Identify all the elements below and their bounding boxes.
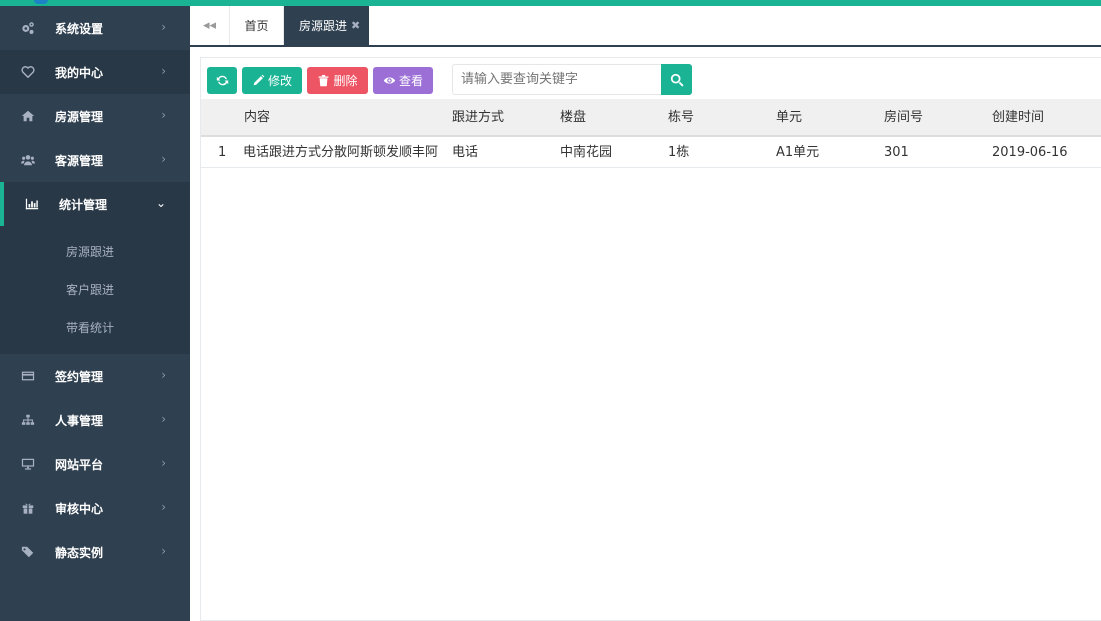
users-icon (20, 152, 36, 168)
credit-card-icon (20, 368, 36, 384)
sidebar-item-label: 系统设置 (55, 21, 104, 36)
close-icon[interactable]: ✖ (351, 19, 360, 32)
tab-home[interactable]: 首页 (230, 6, 284, 45)
cell-content: 电话跟进方式分散阿斯顿发顺丰阿 (243, 145, 439, 160)
cell-method: 电话 (452, 145, 479, 160)
sidebar-item-label: 房源管理 (55, 109, 104, 124)
chevron-right-icon: › (161, 108, 166, 122)
delete-label: 删除 (333, 74, 358, 88)
column-header-room[interactable]: 房间号 (884, 99, 923, 137)
sidebar-item-my-center[interactable]: 我的中心 › (0, 50, 190, 94)
cell-created: 2019-06-16 (992, 145, 1068, 160)
gift-icon (20, 500, 36, 516)
sidebar-item-house-management[interactable]: 房源管理 › (0, 94, 190, 138)
refresh-button[interactable] (207, 67, 237, 94)
eye-icon (383, 77, 396, 84)
sidebar-item-label: 审核中心 (55, 501, 104, 516)
data-table: 内容 跟进方式 楼盘 栋号 单元 房间号 创建时间 1 电话跟进方式分散阿斯顿发… (201, 99, 1101, 168)
chevron-right-icon: › (161, 412, 166, 426)
sidebar-item-label: 人事管理 (55, 413, 104, 428)
sidebar-item-static-examples[interactable]: 静态实例 › (0, 530, 190, 574)
row-index: 1 (218, 145, 227, 160)
column-header-building[interactable]: 栋号 (668, 99, 694, 137)
sidebar-item-client-management[interactable]: 客源管理 › (0, 138, 190, 182)
main-content: 修改 删除 查看 内容 跟进方式 楼盘 栋号 单元 房间号 创建时间 1 电话跟… (200, 57, 1101, 621)
tab-label: 首页 (244, 19, 269, 33)
chevron-right-icon: › (161, 368, 166, 382)
sidebar-item-label: 客源管理 (55, 153, 104, 168)
column-header-content[interactable]: 内容 (244, 99, 270, 137)
chevron-down-icon: ⌄ (155, 196, 166, 210)
double-chevron-left-icon: ◂◂ (202, 18, 217, 33)
column-header-created[interactable]: 创建时间 (992, 99, 1044, 137)
sidebar-item-contract-management[interactable]: 签约管理 › (0, 354, 190, 398)
search-icon (670, 73, 684, 87)
view-label: 查看 (398, 74, 423, 88)
sidebar-item-system-settings[interactable]: 系统设置 › (0, 6, 190, 50)
table-row[interactable]: 1 电话跟进方式分散阿斯顿发顺丰阿 电话 中南花园 1栋 A1单元 301 20… (201, 137, 1101, 168)
toolbar: 修改 删除 查看 (207, 67, 438, 94)
search-box (452, 64, 692, 95)
view-button[interactable]: 查看 (373, 67, 433, 94)
sidebar: 系统设置 › 我的中心 › 房源管理 › 客源管理 › 统计管理 ⌄ 房源跟进 … (0, 6, 190, 621)
sidebar-item-audit-center[interactable]: 审核中心 › (0, 486, 190, 530)
tab-label: 房源跟进 (299, 19, 348, 33)
edit-label: 修改 (267, 74, 292, 88)
chevron-right-icon: › (161, 544, 166, 558)
delete-button[interactable]: 删除 (307, 67, 368, 94)
tags-icon (20, 544, 36, 560)
submenu-item-client-follow[interactable]: 客户跟进 (0, 270, 190, 308)
column-header-method[interactable]: 跟进方式 (452, 99, 504, 137)
edit-button[interactable]: 修改 (242, 67, 302, 94)
sidebar-item-label: 静态实例 (55, 545, 104, 560)
table-header: 内容 跟进方式 楼盘 栋号 单元 房间号 创建时间 (201, 99, 1101, 137)
chevron-right-icon: › (161, 20, 166, 34)
chevron-right-icon: › (161, 152, 166, 166)
pencil-icon (253, 74, 265, 86)
chevron-right-icon: › (161, 456, 166, 470)
column-header-estate[interactable]: 楼盘 (560, 99, 586, 137)
submenu-item-house-follow[interactable]: 房源跟进 (0, 232, 190, 270)
chevron-right-icon: › (161, 500, 166, 514)
submenu-item-viewing-stats[interactable]: 带看统计 (0, 308, 190, 346)
search-input[interactable] (452, 64, 661, 95)
heart-icon (20, 64, 36, 80)
home-icon (20, 108, 36, 124)
sidebar-item-label: 我的中心 (55, 65, 104, 80)
tab-bar: ◂◂ 首页 房源跟进 ✖ (190, 6, 1101, 47)
trash-icon (319, 74, 329, 87)
statistics-submenu: 房源跟进 客户跟进 带看统计 (0, 226, 190, 354)
sidebar-item-statistics-management[interactable]: 统计管理 ⌄ (0, 182, 190, 226)
gears-icon (20, 20, 36, 36)
desktop-icon (20, 456, 36, 472)
sidebar-item-label: 网站平台 (55, 457, 104, 472)
bar-chart-icon (24, 196, 40, 212)
column-header-unit[interactable]: 单元 (776, 99, 802, 137)
refresh-icon (216, 75, 228, 86)
chevron-right-icon: › (161, 64, 166, 78)
cell-estate: 中南花园 (560, 145, 613, 160)
sidebar-item-label: 签约管理 (55, 369, 104, 384)
search-button[interactable] (661, 64, 692, 95)
sidebar-item-hr-management[interactable]: 人事管理 › (0, 398, 190, 442)
tab-scroll-left-button[interactable]: ◂◂ (190, 6, 230, 45)
cell-room: 301 (884, 145, 909, 160)
cell-unit: A1单元 (776, 145, 820, 160)
sitemap-icon (20, 412, 36, 428)
sidebar-item-label: 统计管理 (59, 197, 108, 212)
top-accent-dot (34, 0, 48, 4)
tab-house-follow[interactable]: 房源跟进 ✖ (284, 6, 369, 45)
cell-building: 1栋 (668, 145, 690, 160)
sidebar-item-website-platform[interactable]: 网站平台 › (0, 442, 190, 486)
